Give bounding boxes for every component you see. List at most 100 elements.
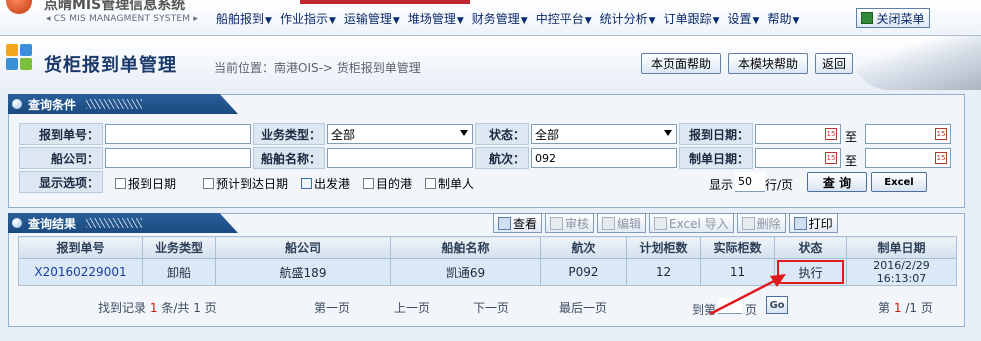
menu-item-7[interactable]: 订单跟踪▼: [660, 10, 724, 27]
calendar-icon[interactable]: 15: [935, 152, 947, 164]
results-panel-tab: 查询结果: [8, 213, 238, 233]
search-button[interactable]: 查 询: [807, 172, 867, 192]
main-menu: 船舶报到▼ 作业指示▼ 运输管理▼ 堆场管理▼ 财务管理▼ 中控平台▼ 统计分析▼ 订单跟踪▼…: [212, 10, 803, 27]
highlight-box: [777, 260, 844, 284]
column-header[interactable]: 航次: [540, 236, 627, 259]
menu-item-2[interactable]: 运输管理▼: [340, 10, 404, 27]
report-date-to-input[interactable]: 15: [865, 124, 951, 144]
rows-per-page-input[interactable]: 50: [735, 172, 765, 192]
excel-import-icon: [654, 216, 668, 230]
table-cell: 12: [626, 258, 701, 286]
column-header[interactable]: 船舶名称: [390, 236, 541, 259]
calendar-icon[interactable]: 15: [825, 152, 837, 164]
report-no-label: 报到单号：: [19, 123, 103, 145]
column-header[interactable]: 业务类型: [142, 236, 216, 259]
biz-type-select[interactable]: 全部: [327, 124, 473, 144]
table-cell[interactable]: X20160229001: [18, 258, 143, 286]
last-page-link[interactable]: 最后一页: [559, 299, 607, 316]
view-icon: [498, 216, 511, 230]
toolbar-button-2[interactable]: 编辑: [597, 213, 647, 233]
column-header[interactable]: 报到单号: [18, 236, 143, 259]
calendar-icon[interactable]: 15: [935, 128, 947, 140]
ship-company-input[interactable]: [105, 148, 251, 168]
option-checkbox-4[interactable]: 制单人: [425, 175, 474, 192]
column-header[interactable]: 计划柜数: [626, 236, 701, 259]
menu-item-0[interactable]: 船舶报到▼: [212, 10, 276, 27]
table-cell: 航盛189: [215, 258, 391, 286]
toolbar-button-label: 打印: [808, 216, 833, 231]
menu-item-8[interactable]: 设置▼: [724, 10, 764, 27]
status-select[interactable]: 全部: [531, 124, 677, 144]
table-cell: 2016/2/29 16:13:07: [846, 258, 957, 286]
menu-item-1[interactable]: 作业指示▼: [276, 10, 340, 27]
menu-item-label: 中控平台: [535, 12, 584, 26]
goto-page-input[interactable]: [718, 298, 742, 314]
menu-item-label: 财务管理: [471, 12, 520, 26]
menu-item-6[interactable]: 统计分析▼: [596, 10, 660, 27]
checkbox-icon[interactable]: [425, 178, 436, 189]
menu-item-3[interactable]: 堆场管理▼: [404, 10, 468, 27]
chevron-down-icon: ▼: [328, 16, 336, 26]
create-date-from-input[interactable]: 15: [755, 148, 841, 168]
checkbox-icon[interactable]: [301, 178, 312, 189]
page-title: 货柜报到单管理: [44, 55, 177, 76]
print-icon: [793, 216, 807, 230]
ship-company-label: 船公司：: [19, 147, 103, 169]
menu-item-4[interactable]: 财务管理▼: [468, 10, 532, 27]
toolbar-button-1[interactable]: 审核: [545, 213, 595, 233]
module-help-button[interactable]: 本模块帮助: [728, 53, 808, 74]
voyage-input[interactable]: 092: [531, 148, 677, 168]
column-header[interactable]: 状态: [774, 236, 847, 259]
option-checkbox-3[interactable]: 目的港: [363, 175, 412, 192]
checkbox-icon[interactable]: [203, 178, 214, 189]
create-date-to-input[interactable]: 15: [865, 148, 951, 168]
toolbar-button-5[interactable]: 打印: [788, 213, 838, 233]
close-menu-icon: [861, 12, 874, 24]
tab-hatch-decoration: [86, 218, 143, 228]
page-suffix: 页: [920, 301, 933, 315]
excel-export-button[interactable]: Excel: [871, 172, 927, 192]
toolbar-button-label: 编辑: [617, 216, 642, 231]
table-header-row: 报到单号 业务类型 船公司 船舶名称 航次 计划柜数 实际柜数 状态 制单日期: [18, 236, 957, 259]
prev-page-link[interactable]: 上一页: [394, 299, 430, 316]
report-date-label: 报到日期：: [679, 123, 753, 145]
checkbox-icon[interactable]: [363, 178, 374, 189]
table-cell: P092: [540, 258, 627, 286]
toolbar-button-label: 查看: [513, 216, 538, 231]
option-checkbox-1[interactable]: 预计到达日期: [203, 175, 288, 192]
report-date-from-input[interactable]: 15: [755, 124, 841, 144]
found-suffix: 页: [204, 301, 217, 315]
chevron-down-icon: ▼: [584, 16, 592, 26]
checkbox-icon[interactable]: [115, 178, 126, 189]
menu-item-9[interactable]: 帮助▼: [763, 10, 803, 27]
menu-item-5[interactable]: 中控平台▼: [532, 10, 596, 27]
app-title: 点晴MIS管理信息系统: [44, 0, 186, 13]
calendar-icon[interactable]: 15: [825, 128, 837, 140]
handshake-banner-image: [850, 36, 981, 90]
to-label: 至: [845, 130, 858, 144]
option-checkbox-2[interactable]: 出发港: [301, 175, 350, 192]
toolbar-button-4[interactable]: 删除: [736, 213, 786, 233]
column-header[interactable]: 船公司: [215, 236, 391, 259]
toolbar-button-0[interactable]: 查看: [493, 213, 543, 233]
go-button[interactable]: Go: [766, 296, 788, 314]
column-header[interactable]: 制单日期: [846, 236, 957, 259]
page-help-button[interactable]: 本页面帮助: [641, 53, 721, 74]
app-logo: [6, 0, 32, 14]
first-page-link[interactable]: 第一页: [314, 299, 350, 316]
close-menu-button[interactable]: 关闭菜单: [856, 8, 930, 28]
table-row[interactable]: X20160229001 卸船 航盛189 凯通69 P092 12 11 执行 2016/2/…: [18, 258, 957, 286]
ship-name-input[interactable]: [327, 148, 473, 168]
chevron-down-icon: ▼: [520, 16, 528, 26]
menu-item-label: 运输管理: [343, 12, 392, 26]
status-label: 状态：: [475, 123, 529, 145]
next-page-link[interactable]: 下一页: [473, 299, 509, 316]
app-subtitle: ◂ CS MIS MANAGMENT SYSTEM ▸: [46, 14, 199, 24]
chevron-down-icon: ▼: [265, 16, 272, 26]
report-no-input[interactable]: [105, 124, 251, 144]
column-header[interactable]: 实际柜数: [700, 236, 775, 259]
table-cell: 凯通69: [390, 258, 541, 286]
toolbar-button-3[interactable]: Excel 导入: [649, 213, 734, 233]
back-button[interactable]: 返回: [815, 53, 853, 74]
option-checkbox-0[interactable]: 报到日期: [115, 175, 176, 192]
